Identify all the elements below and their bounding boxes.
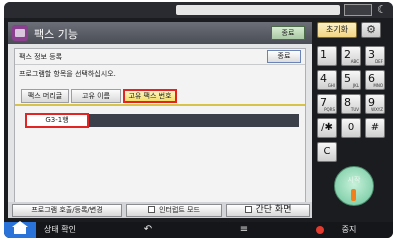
device-frame: ☾ 팩스 기능 종료 팩스 정보 등록 종료 프로그램할 항목을 선택하십시오.… (4, 2, 393, 238)
simple-screen-label: 간단 화면 (255, 205, 292, 215)
key-2[interactable]: 2 ABC (341, 46, 361, 66)
program-recall-button[interactable]: 프로그램 호출/등록/변경 (12, 204, 122, 217)
check-status-button[interactable]: 상태 확인 (32, 222, 88, 238)
key-digit: 0 (347, 122, 355, 133)
tab-unique-fax-number[interactable]: 고유 팩스 번호 (123, 89, 177, 103)
start-label: 시작 (347, 176, 361, 184)
fax-app-panel: 팩스 기능 종료 팩스 정보 등록 종료 프로그램할 항목을 선택하십시오. 팩… (8, 22, 312, 218)
tab-bar: 팩스 머리글 고유 이름 고유 팩스 번호 (15, 89, 305, 105)
menu-icon[interactable]: ≡ (236, 222, 252, 238)
key-clear[interactable]: C (317, 142, 337, 162)
checkbox-icon (148, 206, 156, 213)
key-digit: 3 (368, 48, 375, 61)
dialog-title: 팩스 정보 등록 (19, 53, 63, 61)
dialog-instruction: 프로그램할 항목을 선택하십시오. (19, 70, 116, 78)
tab-unique-name[interactable]: 고유 이름 (71, 89, 121, 103)
interrupt-mode-button[interactable]: 인터럽트 모드 (126, 204, 222, 217)
key-5[interactable]: 5 JKL (341, 70, 361, 90)
key-digit: /✱ (321, 122, 333, 133)
simple-screen-button[interactable]: 간단 화면 (226, 204, 310, 217)
checkbox-icon (244, 206, 252, 213)
tab-fax-header[interactable]: 팩스 머리글 (21, 89, 69, 103)
status-bar: ☾ (4, 2, 393, 18)
energy-saver-icon[interactable]: ☾ (375, 3, 389, 17)
bottom-bar: 상태 확인 ↶ ≡ 중지 (4, 221, 393, 238)
key-letters: JKL (352, 83, 359, 88)
fax-icon (12, 25, 28, 41)
back-icon[interactable]: ↶ (140, 222, 156, 238)
key-slash-star[interactable]: /✱ (317, 118, 337, 138)
key-7[interactable]: 7 PQRS (317, 94, 337, 114)
divider (15, 64, 305, 65)
line-selector-row: G3-1행 (25, 113, 299, 128)
key-letters: ABC (350, 59, 359, 64)
app-footer: 프로그램 호출/등록/변경 인터럽트 모드 간단 화면 (8, 202, 312, 218)
stop-icon (316, 226, 324, 234)
key-letters: GHI (327, 83, 335, 88)
key-8[interactable]: 8 TUV (341, 94, 361, 114)
key-letters: WXYZ (371, 107, 383, 112)
stop-button[interactable]: 중지 (334, 222, 364, 238)
key-digit: 5 (344, 72, 351, 85)
tab-underline (15, 104, 305, 106)
key-digit: 4 (320, 72, 327, 85)
header-exit-button[interactable]: 종료 (271, 26, 305, 40)
key-6[interactable]: 6 MNO (365, 70, 385, 90)
key-letters: MNO (373, 83, 383, 88)
key-digit: # (370, 122, 380, 133)
key-9[interactable]: 9 WXYZ (365, 94, 385, 114)
interrupt-mode-label: 인터럽트 모드 (159, 206, 200, 214)
app-header: 팩스 기능 종료 (8, 22, 312, 44)
key-hash[interactable]: # (365, 118, 385, 138)
key-4[interactable]: 4 GHI (317, 70, 337, 90)
reset-button[interactable]: 초기화 (317, 22, 357, 38)
dialog-exit-button[interactable]: 종료 (267, 50, 301, 63)
key-1[interactable]: 1 (317, 46, 337, 66)
home-icon (12, 221, 28, 234)
key-0[interactable]: 0 (341, 118, 361, 138)
key-digit: C (323, 146, 331, 157)
line-g3-1-button[interactable]: G3-1행 (25, 113, 89, 128)
gear-icon[interactable]: ⚙ (361, 22, 381, 38)
key-letters: PQRS (324, 107, 335, 112)
key-letters: TUV (350, 107, 359, 112)
status-indicator (344, 4, 372, 16)
app-title: 팩스 기능 (34, 28, 78, 41)
fax-info-dialog: 팩스 정보 등록 종료 프로그램할 항목을 선택하십시오. 팩스 머리글 고유 … (14, 48, 306, 204)
key-3[interactable]: 3 DEF (365, 46, 385, 66)
key-digit: 1 (320, 48, 327, 61)
key-letters: DEF (375, 59, 383, 64)
start-button[interactable]: 시작 (334, 166, 374, 206)
status-message-area (176, 5, 340, 15)
start-indicator (351, 189, 356, 201)
